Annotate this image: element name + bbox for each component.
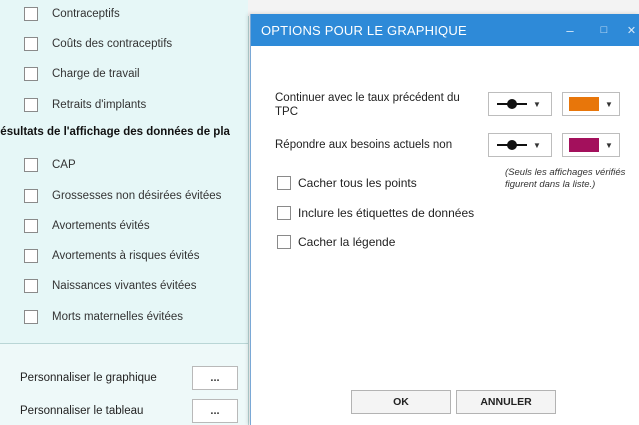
checkbox[interactable]	[24, 219, 38, 233]
list-item-label: Avortements évités	[52, 220, 150, 232]
chevron-down-icon: ▼	[533, 99, 541, 109]
checkbox[interactable]	[24, 310, 38, 324]
checkbox[interactable]	[24, 249, 38, 263]
chart-options-dialog: OPTIONS POUR LE GRAPHIQUE – □ ✕ Continue…	[250, 14, 639, 425]
series-label-tpc: Continuer avec le taux précédent du TPC	[275, 92, 460, 118]
chevron-down-icon: ▼	[533, 140, 541, 150]
chevron-down-icon: ▼	[605, 140, 613, 150]
checkbox[interactable]	[24, 37, 38, 51]
list-item-retraits-implants[interactable]: Retraits d'implants	[0, 95, 146, 115]
color-swatch	[569, 138, 599, 152]
dialog-title: OPTIONS POUR LE GRAPHIQUE	[261, 22, 467, 38]
checkbox[interactable]	[24, 67, 38, 81]
checkbox[interactable]	[24, 279, 38, 293]
checkbox[interactable]	[24, 7, 38, 21]
checkbox[interactable]	[24, 158, 38, 172]
customize-table-button[interactable]: ...	[192, 399, 238, 423]
option-hide-legend[interactable]: Cacher la légende	[277, 233, 395, 251]
list-item-avortements-risques[interactable]: Avortements à risques évités	[0, 246, 199, 266]
close-button[interactable]: ✕	[623, 14, 639, 46]
customize-table-label: Personnaliser le tableau	[20, 405, 144, 417]
option-data-labels[interactable]: Inclure les étiquettes de données	[277, 204, 474, 222]
list-item-contraceptifs[interactable]: Contraceptifs	[0, 4, 120, 24]
list-item-grossesses[interactable]: Grossesses non désirées évitées	[0, 186, 221, 206]
list-item-charge-travail[interactable]: Charge de travail	[0, 64, 140, 84]
list-item-label: CAP	[52, 159, 76, 171]
option-label: Cacher tous les points	[298, 176, 417, 190]
line-marker-icon	[497, 99, 527, 109]
cancel-button[interactable]: ANNULER	[456, 390, 556, 414]
list-item-morts-maternelles[interactable]: Morts maternelles évitées	[0, 307, 183, 327]
list-item-cap[interactable]: CAP	[0, 155, 76, 175]
checkbox[interactable]	[24, 98, 38, 112]
list-item-label: Contraceptifs	[52, 8, 120, 20]
checkbox[interactable]	[277, 206, 291, 220]
option-hide-points[interactable]: Cacher tous les points	[277, 174, 417, 192]
section-title-results: Résultats de l'affichage des données de …	[0, 126, 230, 138]
list-item-label: Charge de travail	[52, 68, 140, 80]
ok-button[interactable]: OK	[351, 390, 451, 414]
checkbox[interactable]	[24, 189, 38, 203]
line-marker-icon	[497, 140, 527, 150]
line-style-dropdown-besoins[interactable]: ▼	[488, 133, 552, 157]
customize-chart-row: Personnaliser le graphique ...	[20, 366, 238, 390]
list-item-label: Morts maternelles évitées	[52, 311, 184, 323]
list-item-couts-contraceptifs[interactable]: Coûts des contraceptifs	[0, 34, 172, 54]
list-item-avortements[interactable]: Avortements évités	[0, 216, 150, 236]
customize-chart-label: Personnaliser le graphique	[20, 372, 157, 384]
checkbox[interactable]	[277, 176, 291, 190]
left-panel: Contraceptifs Coûts des contraceptifs Ch…	[0, 0, 249, 425]
list-item-label: Retraits d'implants	[52, 99, 147, 111]
series-label-besoins: Répondre aux besoins actuels non	[275, 139, 453, 151]
color-dropdown-besoins[interactable]: ▼	[562, 133, 620, 157]
minimize-button[interactable]: –	[557, 14, 583, 46]
option-label: Cacher la légende	[298, 235, 396, 249]
list-item-label: Naissances vivantes évitées	[52, 280, 197, 292]
list-item-label: Avortements à risques évités	[52, 250, 200, 262]
customize-area: Personnaliser le graphique ... Personnal…	[0, 343, 248, 425]
option-label: Inclure les étiquettes de données	[298, 206, 475, 220]
customize-chart-button[interactable]: ...	[192, 366, 238, 390]
list-item-label: Grossesses non désirées évitées	[52, 190, 222, 202]
color-swatch	[569, 97, 599, 111]
maximize-button[interactable]: □	[591, 14, 617, 46]
line-style-dropdown-tpc[interactable]: ▼	[488, 92, 552, 116]
note-text: (Seuls les affichages vérifiés figurent …	[505, 167, 626, 190]
list-item-label: Coûts des contraceptifs	[52, 38, 173, 50]
customize-table-row: Personnaliser le tableau ...	[20, 399, 238, 423]
list-item-naissances[interactable]: Naissances vivantes évitées	[0, 276, 196, 296]
chevron-down-icon: ▼	[605, 99, 613, 109]
color-dropdown-tpc[interactable]: ▼	[562, 92, 620, 116]
checkbox[interactable]	[277, 235, 291, 249]
